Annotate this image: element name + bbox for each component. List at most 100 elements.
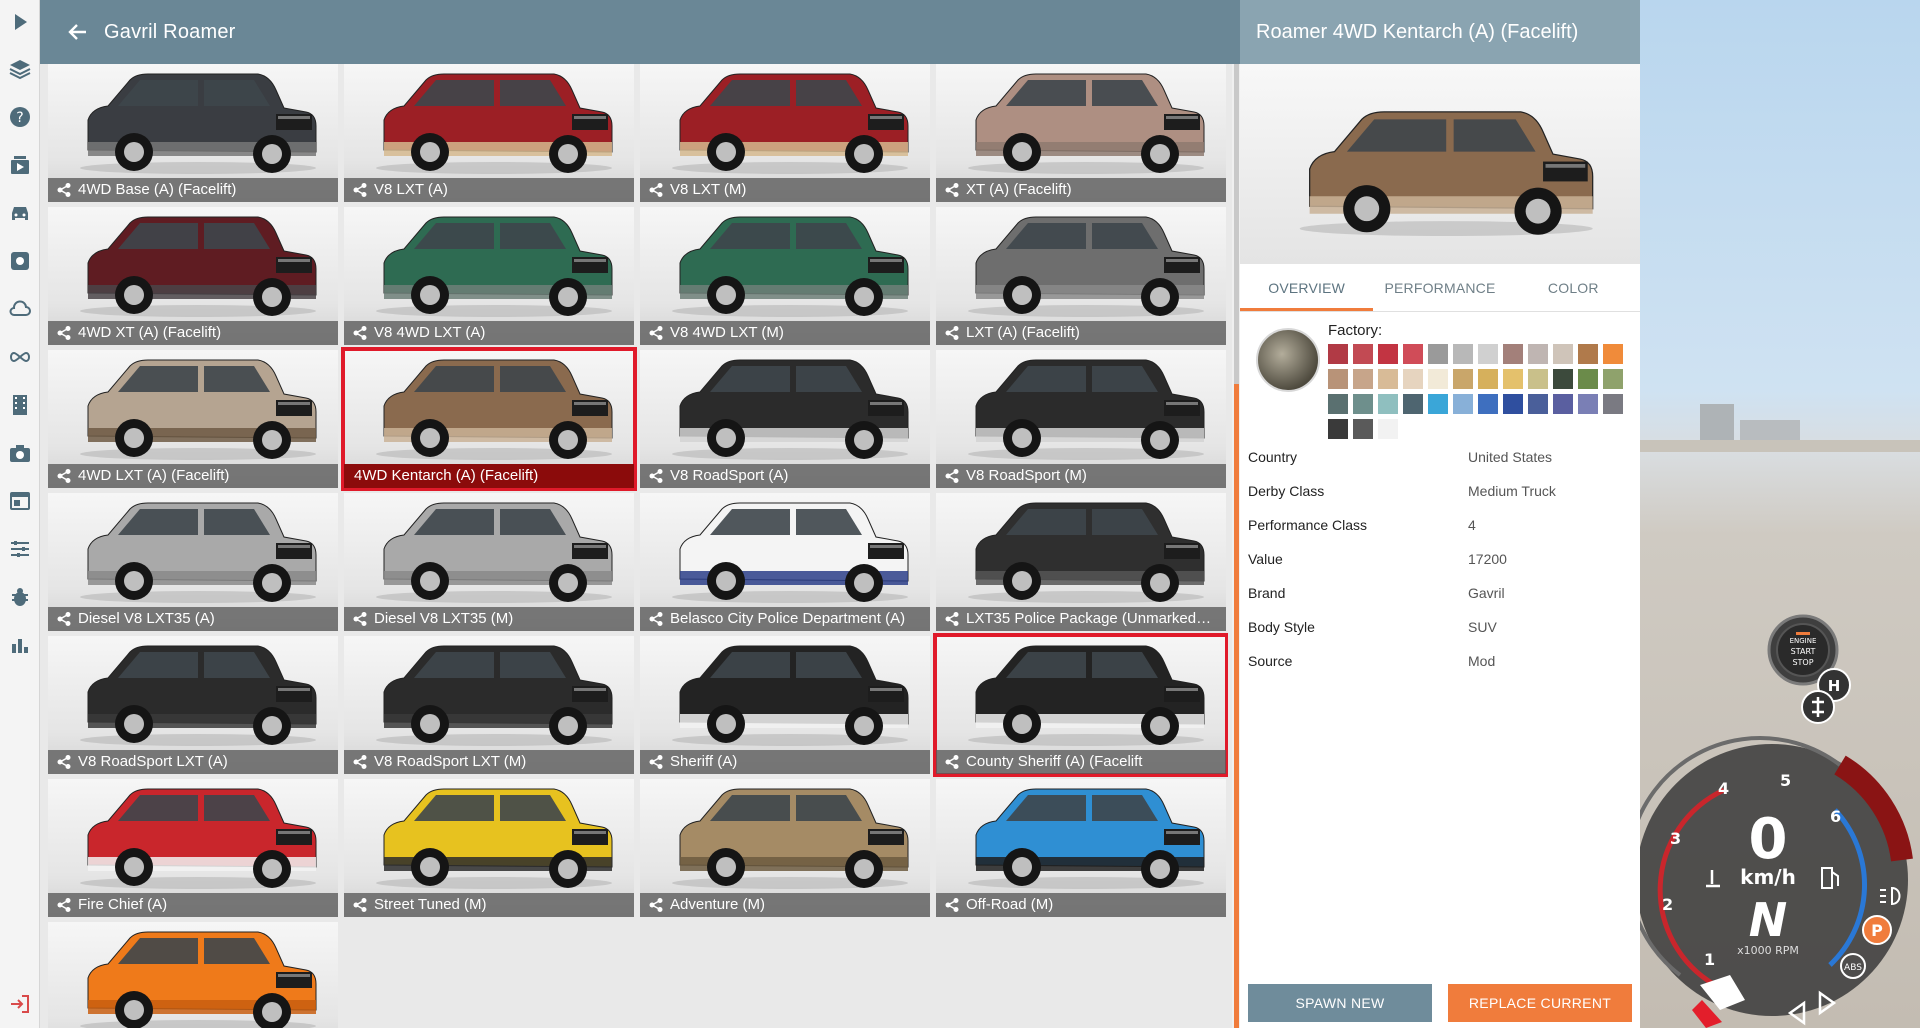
- vehicle-config-icon[interactable]: [6, 247, 34, 275]
- vehicle-config-tile[interactable]: LXT (A) (Facelift): [936, 207, 1226, 345]
- tab-color[interactable]: COLOR: [1507, 264, 1640, 311]
- vehicle-config-tile[interactable]: Adventure (M): [640, 779, 930, 917]
- vehicle-config-tile[interactable]: V8 RoadSport LXT (A): [48, 636, 338, 774]
- vehicle-config-grid: 4WD Base (A) (Facelift) V8 LXT (A) V8 LXT …: [48, 64, 1228, 1028]
- vehicle-config-tile[interactable]: Diesel V8 LXT35 (A): [48, 493, 338, 631]
- paint-swatch[interactable]: [1428, 394, 1448, 414]
- stats-icon[interactable]: [6, 631, 34, 659]
- paint-swatch[interactable]: [1478, 344, 1498, 364]
- paint-swatch[interactable]: [1503, 344, 1523, 364]
- vehicle-config-label: Sheriff (A): [640, 750, 930, 774]
- paint-swatch[interactable]: [1503, 394, 1523, 414]
- paint-swatch[interactable]: [1428, 369, 1448, 389]
- paint-swatch[interactable]: [1328, 419, 1348, 439]
- vehicle-config-label: V8 LXT (M): [640, 178, 930, 202]
- paint-swatch[interactable]: [1353, 419, 1373, 439]
- paint-swatch[interactable]: [1428, 344, 1448, 364]
- film-icon[interactable]: [6, 391, 34, 419]
- vehicle-config-tile[interactable]: 4WD Base (A) (Facelift): [48, 64, 338, 202]
- vehicle-config-label: County Sheriff (A) (Facelift: [936, 750, 1226, 774]
- infinity-icon[interactable]: [6, 343, 34, 371]
- paint-swatch[interactable]: [1553, 344, 1573, 364]
- paint-swatch[interactable]: [1378, 344, 1398, 364]
- cloud-icon[interactable]: [6, 295, 34, 323]
- vehicle-config-tile[interactable]: LXT35 Police Package (Unmarked…: [936, 493, 1226, 631]
- back-arrow-icon[interactable]: [66, 20, 90, 44]
- exit-icon[interactable]: [6, 990, 34, 1018]
- vehicle-config-tile[interactable]: V8 LXT (M): [640, 64, 930, 202]
- paint-swatch[interactable]: [1578, 344, 1598, 364]
- paint-swatch[interactable]: [1378, 419, 1398, 439]
- vehicle-config-tile[interactable]: 4WD XT (A) (Facelift): [48, 207, 338, 345]
- vehicle-config-tile[interactable]: Diesel V8 LXT35 (M): [344, 493, 634, 631]
- paint-swatch[interactable]: [1453, 344, 1473, 364]
- grid-scrollbar-thumb[interactable]: [1234, 64, 1239, 384]
- help-icon[interactable]: ?: [6, 103, 34, 131]
- paint-swatch[interactable]: [1528, 394, 1548, 414]
- paint-swatch[interactable]: [1478, 394, 1498, 414]
- paint-swatch[interactable]: [1353, 369, 1373, 389]
- debug-icon[interactable]: [6, 583, 34, 611]
- vehicle-config-tile[interactable]: Street Tuned (M): [344, 779, 634, 917]
- vehicle-config-tile[interactable]: 4WD LXT (A) (Facelift): [48, 350, 338, 488]
- vehicle-config-label: Off-Road (M): [936, 893, 1226, 917]
- vehicle-config-tile[interactable]: Belasco City Police Department (A): [640, 493, 930, 631]
- paint-swatch[interactable]: [1453, 369, 1473, 389]
- vehicle-config-tile[interactable]: Fire Chief (A): [48, 779, 338, 917]
- vehicle-config-tile[interactable]: XT (A) (Facelift): [936, 64, 1226, 202]
- paint-swatch[interactable]: [1378, 369, 1398, 389]
- paint-swatch[interactable]: [1403, 394, 1423, 414]
- spec-key: Source: [1248, 653, 1293, 669]
- paint-swatch[interactable]: [1603, 369, 1623, 389]
- paint-swatch[interactable]: [1603, 344, 1623, 364]
- paint-swatch[interactable]: [1528, 344, 1548, 364]
- paint-swatch[interactable]: [1328, 369, 1348, 389]
- paint-swatch[interactable]: [1578, 394, 1598, 414]
- paint-swatch[interactable]: [1503, 369, 1523, 389]
- tab-overview[interactable]: OVERVIEW: [1240, 264, 1374, 311]
- paint-swatch[interactable]: [1528, 369, 1548, 389]
- paint-swatch[interactable]: [1603, 394, 1623, 414]
- paint-swatch[interactable]: [1328, 394, 1348, 414]
- options-icon[interactable]: [6, 535, 34, 563]
- paint-swatch[interactable]: [1578, 369, 1598, 389]
- paint-swatch[interactable]: [1403, 369, 1423, 389]
- paint-swatch[interactable]: [1353, 394, 1373, 414]
- spawn-new-button[interactable]: SPAWN NEW: [1248, 984, 1432, 1022]
- layers-icon[interactable]: [6, 55, 34, 83]
- ui-apps-icon[interactable]: [6, 487, 34, 515]
- play-icon[interactable]: [6, 8, 34, 36]
- vehicle-config-tile[interactable]: Drag (A): [48, 922, 338, 1028]
- vehicle-config-tile[interactable]: V8 4WD LXT (A): [344, 207, 634, 345]
- paint-swatch[interactable]: [1353, 344, 1373, 364]
- paint-swatch[interactable]: [1553, 394, 1573, 414]
- tach-tick-4: 4: [1718, 779, 1729, 798]
- tach-tick-1: 1: [1704, 950, 1715, 969]
- paint-swatch[interactable]: [1478, 369, 1498, 389]
- paint-swatch[interactable]: [1378, 394, 1398, 414]
- vehicle-config-tile[interactable]: V8 RoadSport (M): [936, 350, 1226, 488]
- paint-swatch[interactable]: [1328, 344, 1348, 364]
- vehicle-config-label: V8 RoadSport LXT (M): [344, 750, 634, 774]
- vehicle-config-label: V8 LXT (A): [344, 178, 634, 202]
- vehicle-config-label: 4WD Kentarch (A) (Facelift): [344, 464, 634, 488]
- camera-icon[interactable]: [6, 439, 34, 467]
- vehicle-config-tile[interactable]: 4WD Kentarch (A) (Facelift): [341, 347, 637, 491]
- paint-swatch[interactable]: [1453, 394, 1473, 414]
- paint-swatch[interactable]: [1403, 344, 1423, 364]
- vehicle-config-tile[interactable]: V8 4WD LXT (M): [640, 207, 930, 345]
- differential-lock-button[interactable]: [1801, 690, 1835, 724]
- vehicle-icon[interactable]: [6, 199, 34, 227]
- vehicle-config-tile[interactable]: Sheriff (A): [640, 636, 930, 774]
- vehicle-config-tile[interactable]: Off-Road (M): [936, 779, 1226, 917]
- mod-share-icon: [649, 898, 663, 912]
- scenario-icon[interactable]: [6, 151, 34, 179]
- paint-swatch[interactable]: [1553, 369, 1573, 389]
- vehicle-config-tile[interactable]: V8 LXT (A): [344, 64, 634, 202]
- tab-performance[interactable]: PERFORMANCE: [1373, 264, 1506, 311]
- mod-share-icon: [649, 183, 663, 197]
- vehicle-config-tile[interactable]: V8 RoadSport LXT (M): [344, 636, 634, 774]
- replace-current-button[interactable]: REPLACE CURRENT: [1448, 984, 1632, 1022]
- vehicle-config-tile[interactable]: County Sheriff (A) (Facelift: [933, 633, 1228, 777]
- vehicle-config-tile[interactable]: V8 RoadSport (A): [640, 350, 930, 488]
